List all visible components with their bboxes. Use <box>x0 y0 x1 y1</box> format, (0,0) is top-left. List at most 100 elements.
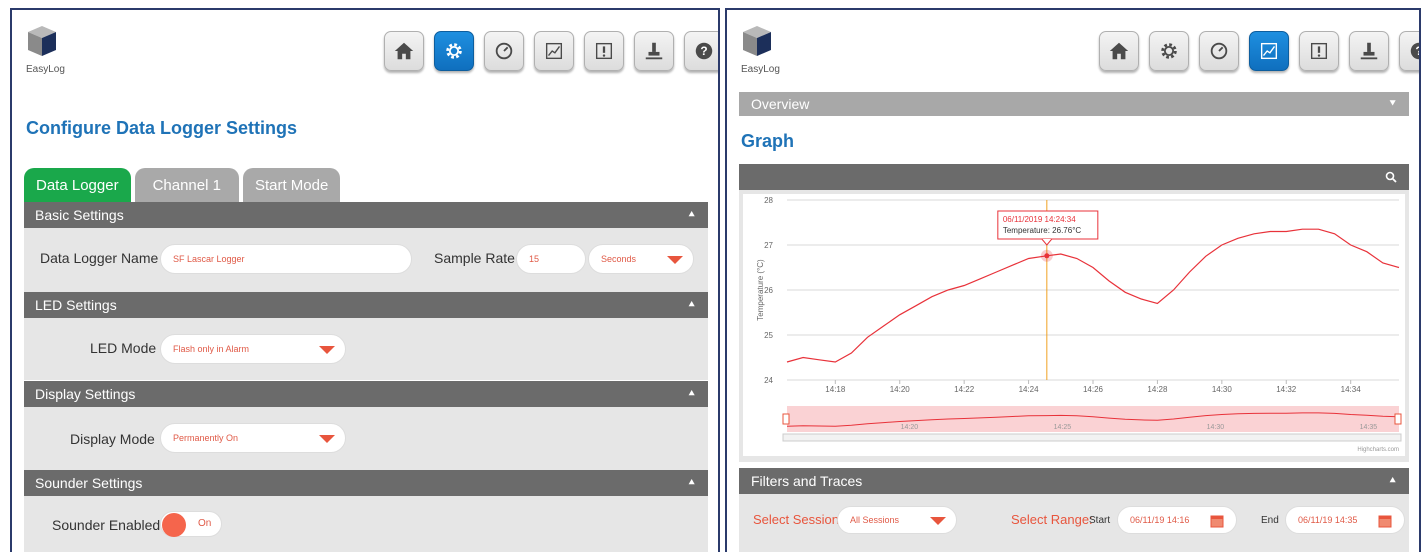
section-title: Sounder Settings <box>35 475 143 491</box>
settings-tabs: Data Logger Channel 1 Start Mode <box>24 168 341 202</box>
help-button[interactable]: ? <box>1399 31 1421 71</box>
chevron-down-icon <box>930 517 946 525</box>
sounder-toggle[interactable]: On <box>160 511 222 537</box>
x-tick-label: 14:18 <box>825 385 846 394</box>
sample-rate-input[interactable]: 15 <box>516 244 586 274</box>
x-tick-label: 14:34 <box>1341 385 1362 394</box>
download-button[interactable] <box>1349 31 1389 71</box>
settings-panel: EasyLog ? Configure Data Logger Settings… <box>10 8 720 552</box>
collapse-icon[interactable]: ⯅ <box>687 209 696 222</box>
calendar-icon[interactable] <box>1378 514 1392 528</box>
graph-button[interactable] <box>534 31 574 71</box>
input-value: 06/11/19 14:35 <box>1298 515 1358 525</box>
y-tick-label: 25 <box>764 331 773 340</box>
temperature-line <box>786 228 1400 363</box>
alarm-icon <box>1310 42 1328 60</box>
y-tick-label: 24 <box>764 376 773 385</box>
select-value: Permanently On <box>173 433 239 443</box>
navigator-tick-label: 14:30 <box>1207 424 1225 431</box>
session-select[interactable]: All Sessions <box>837 506 957 534</box>
nav-toolbar: ? <box>1099 31 1421 71</box>
filters-title: Filters and Traces <box>751 473 863 489</box>
select-value: Seconds <box>601 254 637 264</box>
chart-container: 24 25 26 27 28 Temperature (°C) 14:18 14:20 14:2… <box>739 190 1409 462</box>
toggle-state: On <box>198 518 212 529</box>
select-value: All Sessions <box>850 515 900 525</box>
settings-button[interactable] <box>1149 31 1189 71</box>
sounder-enabled-label: Sounder Enabled <box>52 517 161 533</box>
page-title: Configure Data Logger Settings <box>26 118 298 138</box>
y-tick-label: 28 <box>764 196 773 205</box>
tab-start-mode[interactable]: Start Mode <box>242 168 341 202</box>
display-mode-select[interactable]: Permanently On <box>160 423 346 453</box>
alarm-button[interactable] <box>584 31 624 71</box>
led-settings-body: LED Mode Flash only in Alarm <box>24 318 708 380</box>
calendar-icon[interactable] <box>1210 514 1224 528</box>
collapse-icon[interactable]: ⯅ <box>1388 475 1397 488</box>
sounder-settings-body: Sounder Enabled On <box>24 496 708 552</box>
gauge-icon <box>1210 42 1228 60</box>
chevron-down-icon <box>319 346 335 354</box>
sample-rate-unit-select[interactable]: Seconds <box>588 244 694 274</box>
display-settings-body: Display Mode Permanently On <box>24 407 708 470</box>
collapse-icon[interactable]: ⯅ <box>687 388 696 401</box>
alarm-button[interactable] <box>1299 31 1339 71</box>
section-title: LED Settings <box>35 297 117 313</box>
graph-panel: EasyLog ? Overview ⯆ Graph 24 25 26 27 28 Tem… <box>725 8 1421 552</box>
basic-settings-header[interactable]: Basic Settings ⯅ <box>24 202 708 228</box>
end-date-input[interactable]: 06/11/19 14:35 <box>1285 506 1405 534</box>
x-tick-label: 14:20 <box>890 385 911 394</box>
zoom-icon[interactable] <box>1385 171 1397 183</box>
collapse-icon[interactable]: ⯅ <box>687 299 696 312</box>
home-button[interactable] <box>1099 31 1139 71</box>
overview-title: Overview <box>751 96 810 112</box>
expand-icon[interactable]: ⯆ <box>1388 98 1397 111</box>
graph-button[interactable] <box>1249 31 1289 71</box>
sounder-settings-header[interactable]: Sounder Settings ⯅ <box>24 470 708 496</box>
led-settings-header[interactable]: LED Settings ⯅ <box>24 292 708 318</box>
tab-data-logger[interactable]: Data Logger <box>24 168 131 202</box>
collapse-icon[interactable]: ⯅ <box>687 477 696 490</box>
graph-icon <box>1260 42 1278 60</box>
hover-point <box>1044 253 1050 259</box>
display-mode-label: Display Mode <box>70 431 155 447</box>
section-title: Display Settings <box>35 386 136 402</box>
chevron-down-icon <box>667 256 683 264</box>
download-button[interactable] <box>634 31 674 71</box>
navigator-tick-label: 14:25 <box>1054 424 1072 431</box>
x-tick-label: 14:26 <box>1083 385 1104 394</box>
logo-text: EasyLog <box>26 64 65 75</box>
select-range-label: Select Range: <box>1011 512 1093 527</box>
x-tick-label: 14:30 <box>1212 385 1233 394</box>
filters-header[interactable]: Filters and Traces ⯅ <box>739 468 1409 494</box>
tooltip-pointer <box>1041 238 1053 246</box>
home-button[interactable] <box>384 31 424 71</box>
temperature-chart[interactable]: 24 25 26 27 28 Temperature (°C) 14:18 14:20 14:2… <box>743 194 1405 456</box>
help-button[interactable]: ? <box>684 31 718 71</box>
led-mode-label: LED Mode <box>90 340 157 356</box>
help-icon: ? <box>695 42 713 60</box>
led-mode-select[interactable]: Flash only in Alarm <box>160 334 346 364</box>
svg-text:?: ? <box>1415 44 1421 58</box>
tooltip-date: 06/11/2019 14:24:34 <box>1003 215 1076 224</box>
gauge-button[interactable] <box>1199 31 1239 71</box>
start-label: Start <box>1089 515 1111 526</box>
navigator-handle-left <box>782 413 790 425</box>
start-date-input[interactable]: 06/11/19 14:16 <box>1117 506 1237 534</box>
display-settings-header[interactable]: Display Settings ⯅ <box>24 381 708 407</box>
page-title: Graph <box>741 131 795 151</box>
tab-channel-1[interactable]: Channel 1 <box>134 168 239 202</box>
logger-name-label: Data Logger Name <box>40 250 159 266</box>
navigator-tick-label: 14:20 <box>901 424 919 431</box>
gear-icon <box>446 43 462 59</box>
toggle-knob <box>162 513 186 537</box>
gauge-button[interactable] <box>484 31 524 71</box>
basic-settings-body: Data Logger Name SF Lascar Logger Sample… <box>24 228 708 292</box>
logger-name-input[interactable]: SF Lascar Logger <box>160 244 412 274</box>
settings-button[interactable] <box>434 31 474 71</box>
y-tick-label: 26 <box>764 286 773 295</box>
overview-bar[interactable]: Overview ⯆ <box>739 92 1409 116</box>
graph-toolbar <box>739 164 1409 190</box>
help-icon: ? <box>1410 42 1421 60</box>
gauge-icon <box>495 42 513 60</box>
